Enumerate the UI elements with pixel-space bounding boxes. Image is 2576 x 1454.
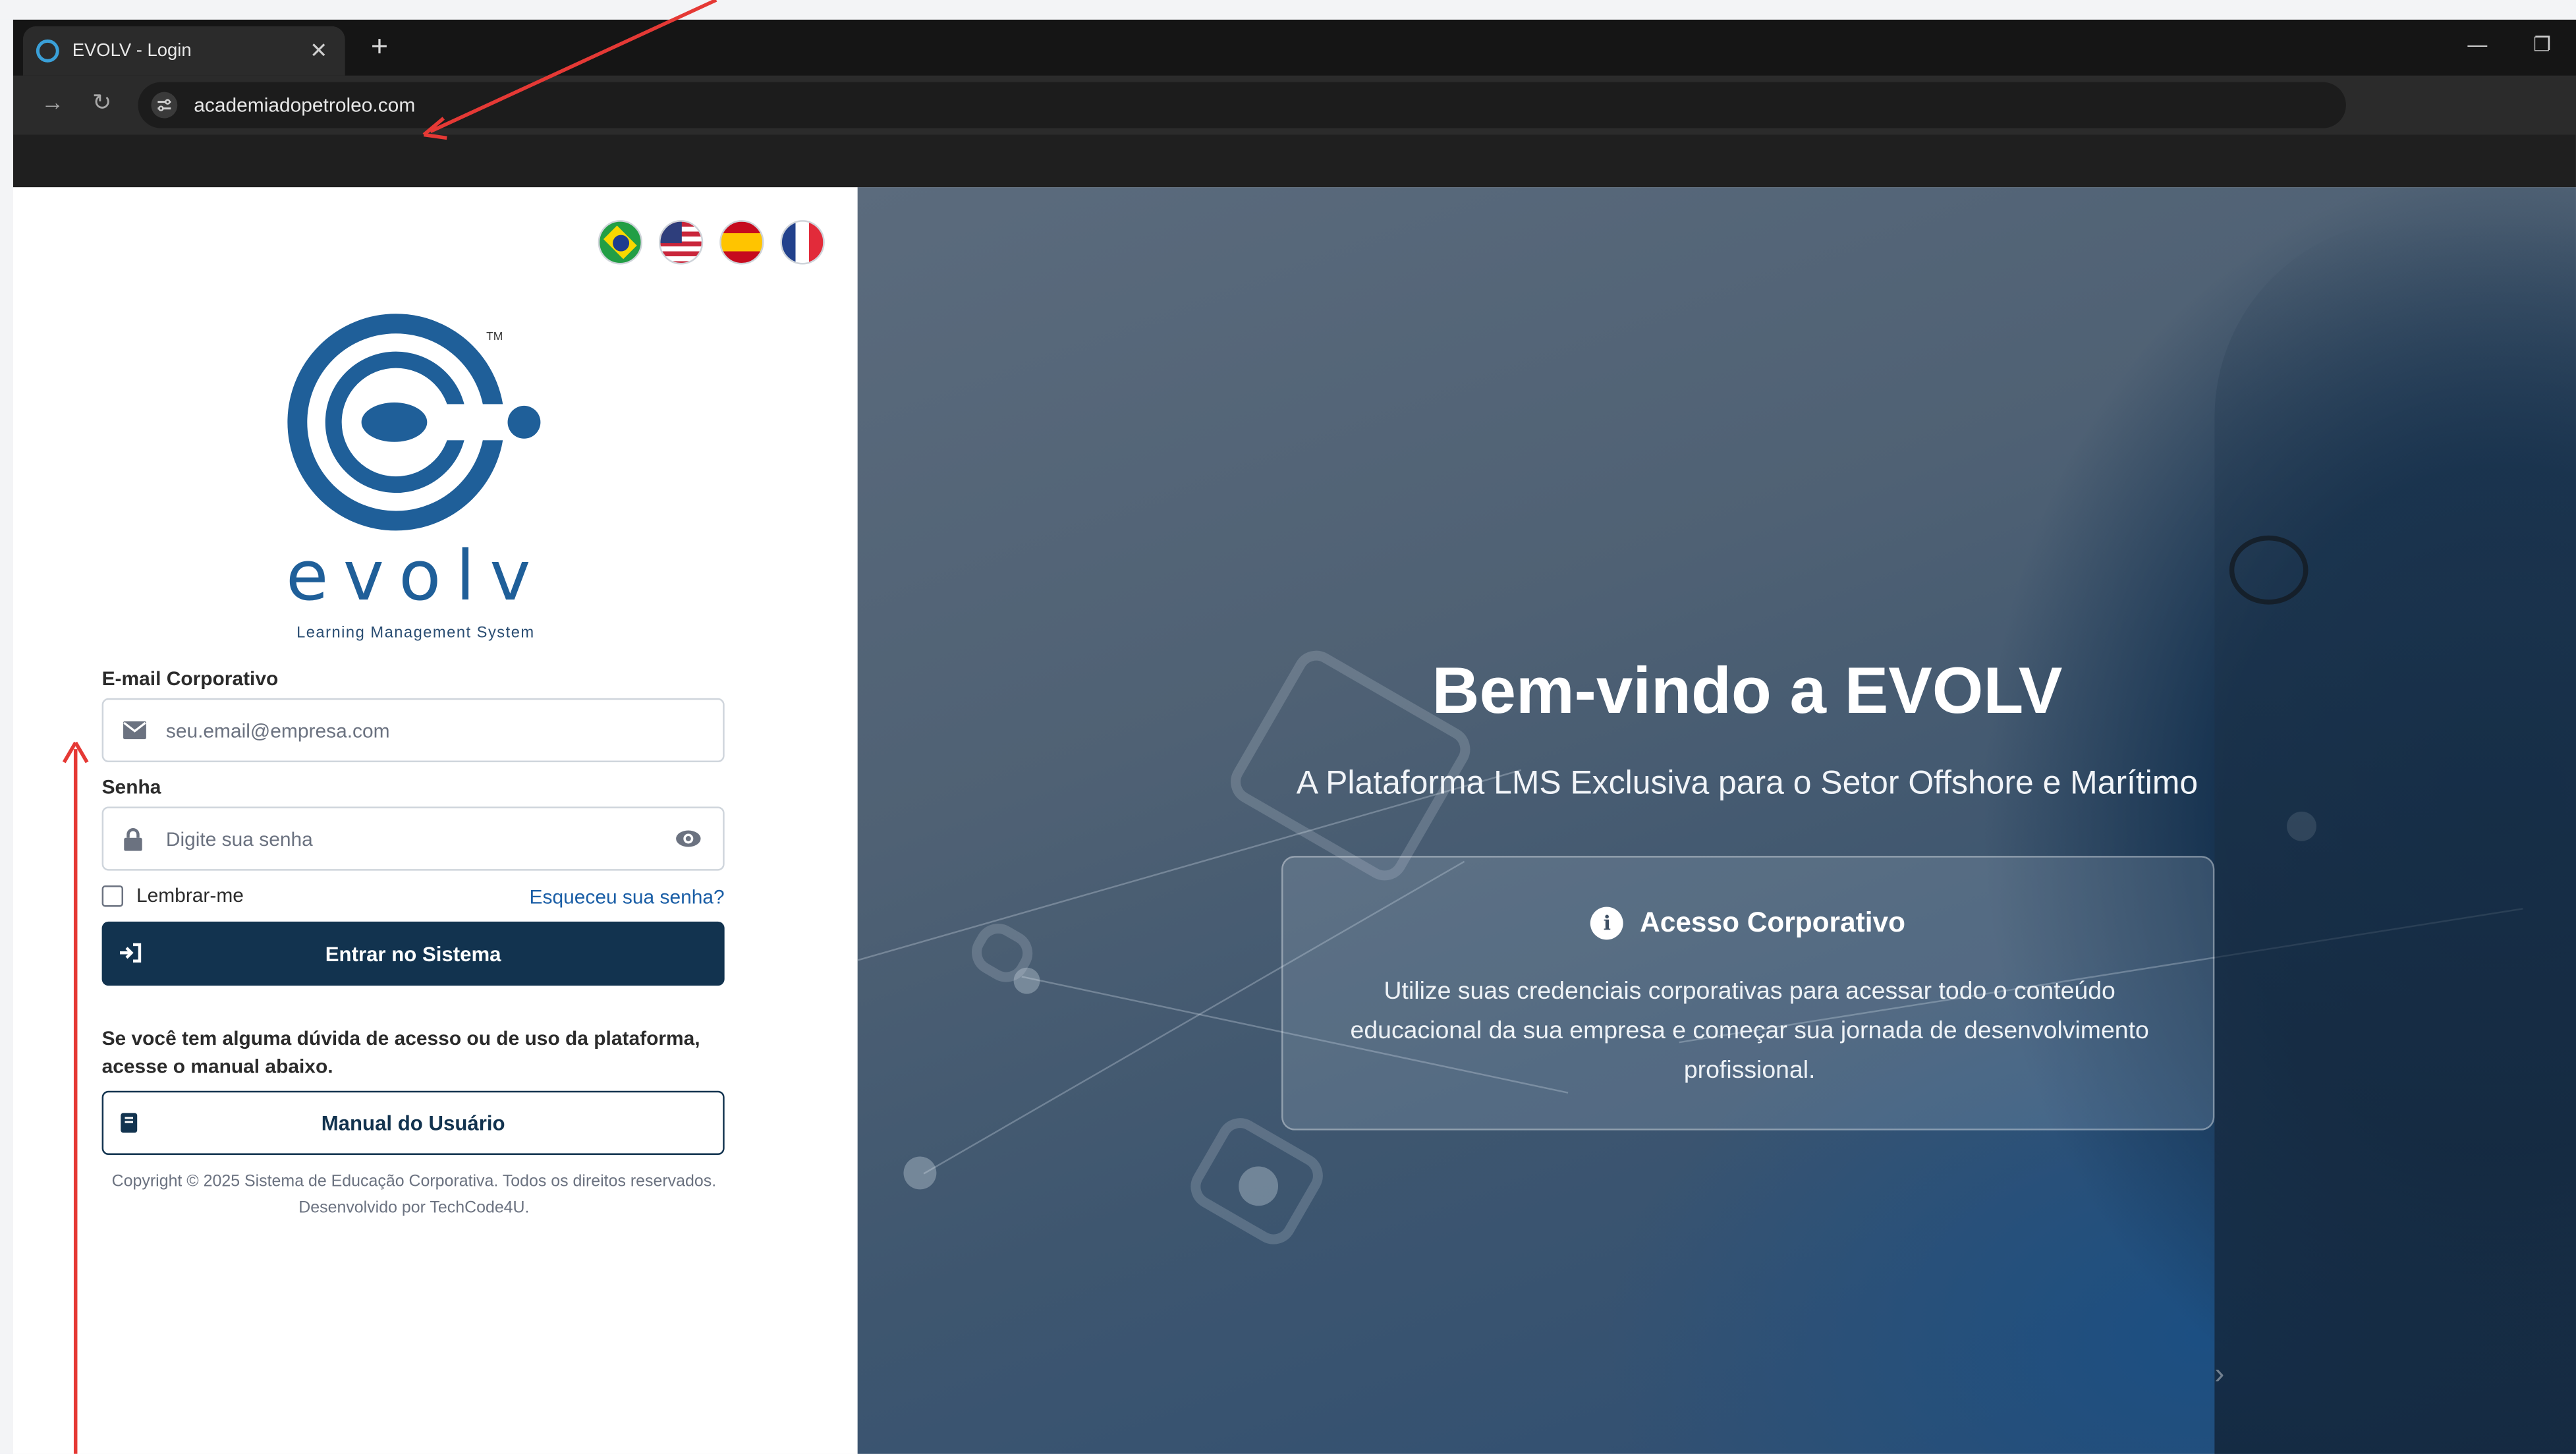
restore-window-icon[interactable]: ❐: [2533, 33, 2551, 56]
copyright-footer: Copyright © 2025 Sistema de Educação Cor…: [102, 1169, 727, 1222]
network-node: [903, 1156, 937, 1190]
spain-flag-icon[interactable]: [719, 220, 764, 265]
email-field-wrapper: [101, 698, 725, 763]
corporate-access-card: i Acesso Corporativo Utilize suas creden…: [1281, 856, 2215, 1131]
envelope-icon: [123, 721, 150, 740]
remember-me[interactable]: Lembrar-me: [101, 883, 244, 907]
tab-title: EVOLV - Login: [72, 41, 192, 61]
sign-in-icon: [119, 941, 142, 971]
site-info-icon[interactable]: [151, 92, 178, 119]
remember-me-checkbox[interactable]: [101, 884, 124, 907]
screenshot-stage: EVOLV - Login ✕ + — ❐ → ↻ academiadopetr…: [0, 0, 2576, 1454]
card-title: Acesso Corporativo: [1640, 907, 1905, 938]
password-input[interactable]: [165, 827, 674, 851]
password-field-wrapper: [101, 806, 725, 871]
book-icon: [120, 1112, 138, 1142]
hero-title: Bem-vindo a EVOLV: [1432, 655, 2063, 728]
network-node: [1239, 1166, 1279, 1206]
hero-banner: Bem-vindo a EVOLV A Plataforma LMS Exclu…: [857, 187, 2576, 1454]
browser-tab-active[interactable]: EVOLV - Login ✕: [22, 26, 345, 76]
chevron-right-icon: ›: [2214, 1356, 2225, 1390]
language-selector: [598, 220, 825, 265]
lock-icon: [123, 827, 150, 851]
logo-mark-icon: [287, 314, 507, 531]
browser-window: EVOLV - Login ✕ + — ❐ → ↻ academiadopetr…: [13, 19, 2576, 188]
brazil-flag-icon[interactable]: [598, 220, 642, 265]
url-field[interactable]: academiadopetroleo.com: [138, 82, 2346, 128]
user-manual-button[interactable]: Manual do Usuário: [101, 1090, 725, 1156]
copyright-text: Copyright © 2025 Sistema de Educação Cor…: [111, 1173, 717, 1191]
hero-subtitle: A Plataforma LMS Exclusiva para o Setor …: [1296, 766, 2198, 802]
logo-tagline: Learning Management System: [296, 624, 535, 642]
new-tab-button[interactable]: +: [362, 30, 398, 64]
evolv-logo: TM evolv Learning Management System: [276, 309, 555, 654]
background-person-silhouette: [2214, 220, 2576, 1454]
tab-close-icon[interactable]: ✕: [306, 38, 332, 64]
logo-dot-icon: [507, 405, 541, 439]
logo-wordmark: evolv: [285, 535, 546, 617]
desktop-background: [0, 0, 2576, 20]
network-node: [1013, 967, 1040, 994]
favicon-icon: [36, 39, 59, 63]
card-text: Utilize suas credenciais corporativas pa…: [1350, 977, 2149, 1084]
email-label: E-mail Corporativo: [101, 667, 279, 690]
developer-credit: Desenvolvido por TechCode4U.: [298, 1199, 530, 1217]
trademark-symbol: TM: [486, 331, 503, 344]
help-text: Se você tem alguma dúvida de acesso ou d…: [101, 1026, 700, 1078]
forgot-password-link[interactable]: Esqueceu sua senha?: [530, 885, 725, 909]
login-panel: TM evolv Learning Management System E-ma…: [13, 187, 858, 1454]
address-bar: → ↻ academiadopetroleo.com: [13, 75, 2576, 135]
tab-strip: EVOLV - Login ✕ + — ❐: [13, 19, 2576, 76]
password-label: Senha: [101, 775, 161, 798]
reload-button[interactable]: ↻: [86, 89, 119, 117]
card-header: i Acesso Corporativo: [1283, 907, 2213, 940]
login-button-label: Entrar no Sistema: [325, 942, 501, 965]
email-input[interactable]: [165, 718, 704, 742]
show-password-eye-icon[interactable]: [673, 829, 703, 847]
user-manual-button-label: Manual do Usuário: [321, 1111, 505, 1134]
usa-flag-icon[interactable]: [658, 220, 704, 265]
desktop-background-left: [0, 19, 13, 1454]
login-button[interactable]: Entrar no Sistema: [101, 921, 725, 986]
minimize-window-icon[interactable]: —: [2467, 33, 2487, 56]
info-icon: i: [1590, 907, 1624, 940]
glasses-decoration: [2229, 535, 2309, 605]
url-text: academiadopetroleo.com: [194, 94, 416, 117]
france-flag-icon[interactable]: [780, 220, 825, 265]
forward-button[interactable]: →: [36, 89, 69, 115]
remember-me-label: Lembrar-me: [136, 883, 244, 907]
